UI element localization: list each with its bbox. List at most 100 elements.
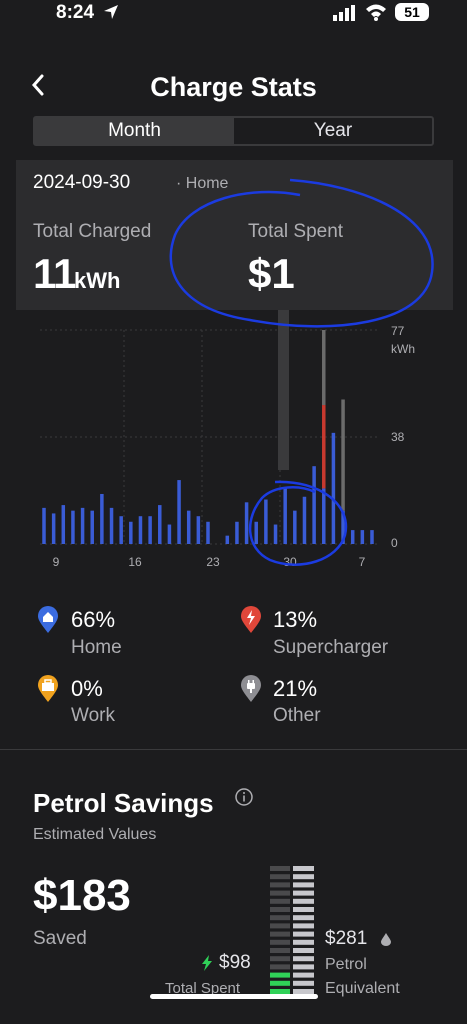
gauge-segment-petrol	[293, 890, 314, 896]
gauge-segment-spent	[270, 898, 290, 904]
gauge-segment-petrol	[293, 915, 314, 921]
chart-bar[interactable]	[42, 507, 46, 544]
briefcase-icon	[38, 675, 58, 702]
petrol-savings-subtitle: Estimated Values	[33, 826, 157, 843]
status-time: 8:24	[56, 2, 95, 23]
total-spent-label: Total Spent	[248, 221, 344, 242]
tab-year[interactable]: Year	[234, 118, 432, 144]
selected-date: 2024-09-30	[33, 172, 131, 193]
gauge-segment-spent	[270, 923, 290, 929]
chart-bar[interactable]	[167, 524, 172, 544]
chart-bar[interactable]	[235, 521, 239, 544]
chart-bar[interactable]	[206, 521, 210, 544]
chart-bar[interactable]	[350, 530, 355, 544]
chart-bar[interactable]	[119, 516, 123, 544]
selected-day-indicator	[278, 310, 289, 470]
chart-bar[interactable]	[283, 488, 287, 544]
total-charged-unit: kWh	[74, 268, 121, 293]
chart-bar[interactable]	[51, 513, 56, 544]
gauge-segment-petrol	[293, 882, 314, 888]
chart-bar[interactable]	[61, 505, 66, 544]
gauge-segment-petrol	[293, 923, 314, 929]
petrol-comparison-gauge	[270, 866, 314, 994]
bolt-icon	[241, 606, 261, 633]
chart-bar[interactable]	[322, 405, 326, 489]
page-title: Charge Stats	[150, 72, 317, 102]
chart-bar[interactable]	[80, 507, 85, 544]
y-axis-unit: kWh	[391, 342, 415, 356]
chart-bar[interactable]	[293, 510, 297, 544]
petrol-savings-title: Petrol Savings	[33, 788, 214, 818]
legend-supercharger-name: Supercharger	[273, 637, 389, 658]
charge-bar-chart[interactable]: 77 kWh 38 0 9 16 23 30 7	[0, 310, 467, 580]
gauge-segment-spent	[270, 964, 290, 970]
wifi-icon	[366, 4, 386, 21]
chart-bar[interactable]	[302, 496, 307, 544]
info-icon[interactable]	[235, 788, 253, 806]
saved-value: $183	[33, 871, 131, 920]
legend-other-name: Other	[273, 705, 321, 726]
chart-bar[interactable]	[158, 505, 162, 544]
gauge-segment-spent	[270, 882, 290, 888]
x-tick-label: 23	[206, 555, 220, 569]
petrol-label-2: Equivalent	[325, 980, 400, 997]
y-tick-label: 0	[391, 536, 398, 550]
legend-supercharger-pct: 13%	[273, 607, 318, 632]
gauge-segment-spent	[270, 972, 290, 978]
chart-bar[interactable]	[273, 524, 278, 544]
gauge-segment-spent	[270, 980, 290, 986]
chart-bar[interactable]	[312, 466, 316, 544]
chart-bar[interactable]	[322, 330, 326, 406]
gauge-segment-petrol	[293, 948, 314, 953]
chart-bar[interactable]	[244, 502, 249, 544]
fuel-drop-icon	[381, 933, 391, 946]
chart-bar[interactable]	[186, 510, 191, 544]
gauge-segment-spent	[270, 915, 290, 921]
chart-bar[interactable]	[341, 399, 345, 511]
gauge-segment-petrol	[293, 866, 314, 871]
spent-value: $98	[219, 952, 251, 973]
gauge-segment-spent	[270, 931, 290, 937]
tab-month[interactable]: Month	[35, 118, 234, 144]
chart-bar[interactable]	[225, 535, 230, 544]
chart-bar[interactable]	[254, 521, 258, 544]
chart-bar[interactable]	[341, 510, 345, 544]
legend-other-pct: 21%	[273, 676, 318, 701]
x-tick-label: 7	[359, 555, 366, 569]
gauge-segment-petrol	[293, 931, 314, 937]
gauge-segment-petrol	[293, 956, 314, 962]
gauge-segment-petrol	[293, 972, 314, 978]
chart-bar[interactable]	[100, 493, 104, 544]
chart-bar[interactable]	[177, 480, 181, 544]
selected-location: · Home	[176, 175, 229, 192]
gauge-segment-petrol	[293, 964, 314, 970]
gauge-segment-petrol	[293, 907, 314, 912]
chart-bar[interactable]	[331, 432, 336, 544]
legend-work-pct: 0%	[71, 676, 103, 701]
x-tick-label: 30	[283, 555, 297, 569]
chart-bar[interactable]	[322, 488, 326, 544]
chart-bar[interactable]	[264, 499, 268, 544]
legend-home-name: Home	[71, 637, 122, 658]
gauge-segment-spent	[270, 890, 290, 896]
gauge-segment-petrol	[293, 980, 314, 986]
legend-work-name: Work	[71, 705, 115, 726]
home-icon	[38, 606, 58, 633]
chart-bar[interactable]	[196, 516, 201, 544]
chart-bar[interactable]	[129, 521, 133, 544]
gauge-segment-petrol	[293, 939, 314, 945]
chart-bar[interactable]	[138, 516, 143, 544]
y-tick-label: 38	[391, 430, 405, 444]
chart-bar[interactable]	[148, 516, 152, 544]
chart-bar[interactable]	[90, 510, 94, 544]
cellular-signal-icon	[333, 5, 355, 21]
chart-bar[interactable]	[71, 510, 75, 544]
chart-bar[interactable]	[109, 507, 114, 544]
chart-bar[interactable]	[360, 530, 365, 544]
petrol-label: Petrol	[325, 956, 367, 973]
chart-bar[interactable]	[370, 530, 374, 544]
plug-icon	[241, 675, 261, 702]
x-tick-label: 9	[53, 555, 60, 569]
total-spent-value: $1	[248, 250, 295, 297]
gauge-segment-spent	[270, 866, 290, 871]
